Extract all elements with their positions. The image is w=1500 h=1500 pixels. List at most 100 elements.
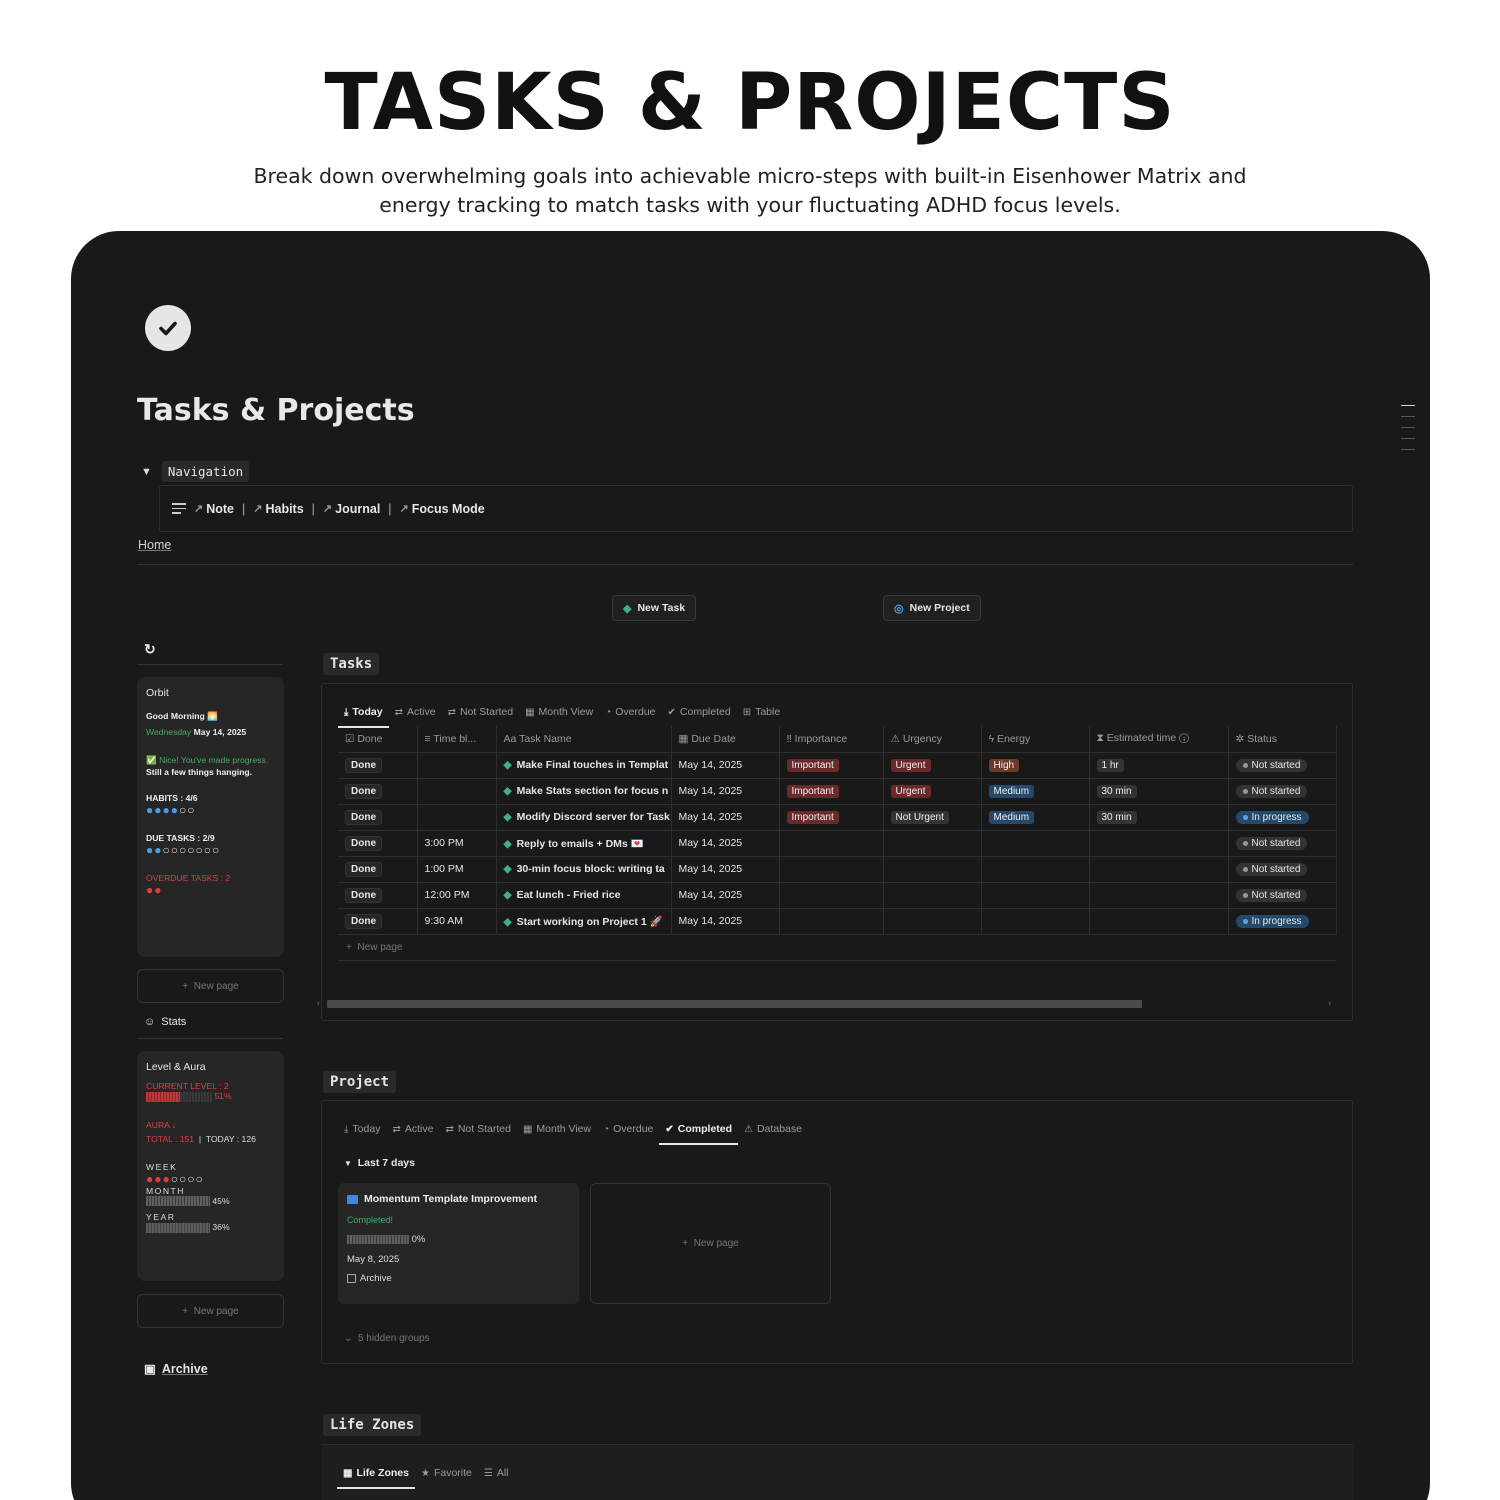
due-date-cell[interactable]: May 14, 2025 [671,882,780,909]
energy-cell[interactable] [981,830,1090,857]
importance-cell[interactable] [779,830,884,857]
energy-cell[interactable] [981,882,1090,909]
estimated-time-cell[interactable] [1089,830,1229,857]
estimated-time-cell[interactable]: 30 min [1089,804,1229,831]
due-date-cell[interactable]: May 14, 2025 [671,908,780,935]
level-aura-card[interactable]: Level & Aura CURRENT LEVEL : 2 51% AURA … [137,1051,284,1281]
energy-cell[interactable] [981,856,1090,883]
refresh-icon[interactable]: ↻ [144,641,156,658]
done-button[interactable]: Done [345,809,382,825]
urgency-cell[interactable] [883,882,982,909]
breadcrumb-home[interactable]: Home [138,538,171,552]
task-name-cell[interactable]: ◆ Reply to emails + DMs 💌 [496,830,672,857]
done-button[interactable]: Done [345,835,382,851]
urgency-cell[interactable] [883,856,982,883]
project-card[interactable]: Momentum Template Improvement Completed!… [338,1183,579,1304]
tab-not-started[interactable]: ⇄ Not Started [442,700,520,724]
check-circle-icon[interactable] [145,305,191,351]
time-block-cell[interactable] [417,752,497,779]
estimated-time-cell[interactable] [1089,856,1229,883]
table-row[interactable]: Done ◆ Make Final touches in Templat May … [338,752,1337,779]
column-header-energy[interactable]: ϟ Energy [981,726,1090,753]
table-row[interactable]: Done 9:30 AM ◆ Start working on Project 1… [338,908,1337,935]
due-date-cell[interactable]: May 14, 2025 [671,752,780,779]
tab-active[interactable]: ⇄ Active [386,1117,439,1141]
tab-month-view[interactable]: ▦ Month View [517,1117,597,1141]
energy-cell[interactable]: High [981,752,1090,779]
task-name-cell[interactable]: ◆ Modify Discord server for Task [496,804,672,831]
importance-cell[interactable]: Important [779,804,884,831]
energy-cell[interactable]: Medium [981,778,1090,805]
task-name-cell[interactable]: ◆ 30-min focus block: writing ta [496,856,672,883]
task-name-cell[interactable]: ◆ Eat lunch - Fried rice [496,882,672,909]
archive-link[interactable]: ▣ Archive [144,1361,208,1377]
estimated-time-cell[interactable]: 1 hr [1089,752,1229,779]
time-block-cell[interactable] [417,804,497,831]
group-toggle[interactable]: ▼ Last 7 days [344,1157,415,1169]
column-header-status[interactable]: ✲ Status [1228,726,1337,753]
tab-completed[interactable]: ✔ Completed [659,1117,738,1145]
urgency-cell[interactable] [883,830,982,857]
energy-cell[interactable] [981,908,1090,935]
done-button[interactable]: Done [345,913,382,929]
nav-link-note[interactable]: ↗ Note [194,502,234,516]
tab-today[interactable]: ⤓ Today [338,700,389,728]
nav-link-habits[interactable]: ↗ Habits [253,502,303,516]
status-cell[interactable]: Not started [1228,778,1337,805]
tab-month-view[interactable]: ▦ Month View [519,700,599,724]
table-row[interactable]: Done ◆ Make Stats section for focus n May… [338,778,1337,805]
tab-overdue[interactable]: ◔ Overdue [597,1117,659,1141]
estimated-time-cell[interactable] [1089,882,1229,909]
tab-favorite[interactable]: ★ Favorite [415,1461,478,1485]
stats-heading[interactable]: ☺ Stats [144,1016,186,1028]
tab-completed[interactable]: ✔ Completed [662,700,737,724]
due-date-cell[interactable]: May 14, 2025 [671,778,780,805]
importance-cell[interactable]: Important [779,752,884,779]
scroll-right-icon[interactable]: › [1328,998,1331,1008]
done-button[interactable]: Done [345,783,382,799]
time-block-cell[interactable] [417,778,497,805]
horizontal-scrollbar[interactable] [327,1000,1142,1008]
status-cell[interactable]: In progress [1228,804,1337,831]
status-cell[interactable]: Not started [1228,830,1337,857]
new-project-button[interactable]: ◎ New Project [883,595,981,621]
tab-today[interactable]: ⤓ Today [338,1117,386,1141]
nav-link-journal[interactable]: ↗ Journal [323,502,380,516]
tab-all[interactable]: ☰ All [478,1461,515,1485]
status-cell[interactable]: Not started [1228,882,1337,909]
task-name-cell[interactable]: ◆ Start working on Project 1 🚀 [496,908,672,935]
importance-cell[interactable]: Important [779,778,884,805]
task-name-cell[interactable]: ◆ Make Stats section for focus n [496,778,672,805]
done-button[interactable]: Done [345,757,382,773]
tab-active[interactable]: ⇄ Active [389,700,442,724]
hidden-groups-toggle[interactable]: ⌄ 5 hidden groups [344,1333,430,1344]
column-header-estimated-time[interactable]: ⧗ Estimated time ⓘ [1089,726,1229,753]
nav-link-focus-mode[interactable]: ↗ Focus Mode [400,502,485,516]
column-header-time-block[interactable]: ≡ Time bl... [417,726,497,753]
table-of-contents-indicator[interactable] [1401,405,1415,460]
time-block-cell[interactable]: 12:00 PM [417,882,497,909]
tab-life-zones[interactable]: ▦ Life Zones [337,1461,415,1489]
status-cell[interactable]: Not started [1228,856,1337,883]
urgency-cell[interactable]: Not Urgent [883,804,982,831]
tab-not-started[interactable]: ⇄ Not Started [439,1117,517,1141]
status-cell[interactable]: In progress [1228,908,1337,935]
new-task-button[interactable]: ◆ New Task [612,595,697,621]
due-date-cell[interactable]: May 14, 2025 [671,804,780,831]
table-row[interactable]: Done 12:00 PM ◆ Eat lunch - Fried rice Ma… [338,882,1337,909]
tab-table[interactable]: ⊞ Table [737,700,787,724]
new-page-button[interactable]: + New page [137,969,284,1003]
done-button[interactable]: Done [345,861,382,877]
column-header-done[interactable]: ☑ Done [338,726,418,753]
urgency-cell[interactable] [883,908,982,935]
importance-cell[interactable] [779,908,884,935]
done-button[interactable]: Done [345,887,382,903]
time-block-cell[interactable]: 9:30 AM [417,908,497,935]
orbit-card[interactable]: Orbit Good Morning 🌅 Wednesday May 14, 2… [137,677,284,957]
new-page-card[interactable]: + New page [590,1183,831,1304]
tasks-heading[interactable]: Tasks [323,653,380,675]
table-row[interactable]: Done 3:00 PM ◆ Reply to emails + DMs 💌 Ma… [338,830,1337,857]
urgency-cell[interactable]: Urgent [883,752,982,779]
column-header-due-date[interactable]: ▦ Due Date [671,726,780,753]
importance-cell[interactable] [779,856,884,883]
